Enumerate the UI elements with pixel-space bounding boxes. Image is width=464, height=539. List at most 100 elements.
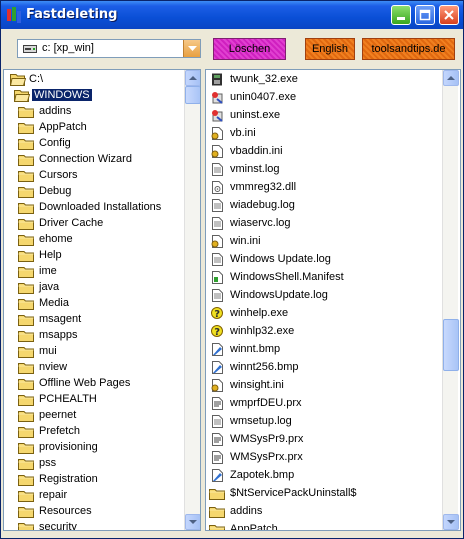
- folder-icon: [18, 107, 34, 118]
- folder-icon: [18, 187, 34, 198]
- folder-icon: [18, 427, 34, 438]
- tree-item-label: msapps: [39, 329, 78, 341]
- ini-file-icon: [211, 379, 223, 392]
- english-button[interactable]: English: [305, 38, 355, 60]
- folder-icon: [18, 299, 34, 310]
- ini-file-icon: [211, 235, 223, 248]
- folder-icon: [18, 491, 34, 502]
- toolsandtips-button[interactable]: toolsandtips.de: [362, 38, 455, 60]
- file-list[interactable]: twunk_32.exe unin0407.exe uninst.exe vb.ini…: [205, 69, 461, 531]
- tree-item-label: security: [39, 521, 77, 531]
- svg-text:?: ?: [214, 309, 220, 320]
- tree-item-label: Connection Wizard: [39, 153, 132, 165]
- minimize-icon: [397, 17, 405, 20]
- tree-item-label: Debug: [39, 185, 72, 197]
- title-bar[interactable]: Fastdeleting: [1, 1, 463, 29]
- file-name: WindowsShell.Manifest: [230, 271, 344, 283]
- ini-file-icon: [211, 145, 223, 158]
- maximize-icon: [419, 9, 431, 21]
- app-window: Fastdeleting c: [xp_win] Löschen English…: [0, 0, 464, 539]
- folder-tree[interactable]: C:\ WINDOWS addins AppPatch Config Connecti…: [3, 69, 201, 531]
- file-name: uninst.exe: [230, 109, 281, 121]
- tree-item-label: msagent: [39, 313, 82, 325]
- folder-icon: [18, 315, 34, 326]
- tree-scrollbar[interactable]: [184, 70, 200, 530]
- open-folder-icon: [10, 74, 26, 86]
- app-icon: [7, 7, 21, 23]
- scroll-up-button[interactable]: [185, 70, 200, 86]
- uninstall-exe-icon: [212, 92, 223, 104]
- tree-item-label: Offline Web Pages: [39, 377, 131, 389]
- tree-item-label: Resources: [39, 505, 92, 517]
- file-name: wiadebug.log: [230, 199, 295, 211]
- tree-item-label: Help: [39, 249, 62, 261]
- file-name: wiaservc.log: [230, 217, 291, 229]
- file-name: wmsetup.log: [230, 415, 292, 427]
- text-file-icon: [212, 163, 223, 176]
- file-name: WindowsUpdate.log: [230, 289, 328, 301]
- prx-file-icon: [212, 397, 223, 410]
- tree-item-label: AppPatch: [39, 121, 87, 133]
- scroll-up-button[interactable]: [443, 70, 459, 86]
- file-name: wmprfDEU.prx: [230, 397, 302, 409]
- tree-item-label: provisioning: [39, 441, 98, 453]
- folder-icon: [18, 411, 34, 422]
- delete-button[interactable]: Löschen: [213, 38, 286, 60]
- bitmap-file-icon: [212, 469, 223, 482]
- tree-item-label: Config: [39, 137, 71, 149]
- close-icon: [444, 10, 454, 20]
- folder-icon: [209, 507, 225, 518]
- folder-icon: [18, 347, 34, 358]
- tree-item-label: PCHEALTH: [39, 393, 97, 405]
- folder-icon: [18, 171, 34, 182]
- file-name: Zapotek.bmp: [230, 469, 295, 481]
- prx-file-icon: [212, 433, 223, 446]
- file-name: $NtServicePackUninstall$: [230, 487, 357, 499]
- text-file-icon: [212, 415, 223, 428]
- ini-file-icon: [211, 127, 223, 140]
- drive-select[interactable]: c: [xp_win]: [17, 39, 201, 58]
- folder-icon: [18, 395, 34, 406]
- close-button[interactable]: [439, 5, 459, 25]
- maximize-button[interactable]: [415, 5, 435, 25]
- tree-item-label: WINDOWS: [32, 89, 92, 101]
- file-name: vminst.log: [230, 163, 280, 175]
- folder-icon: [18, 219, 34, 230]
- folder-icon: [209, 525, 225, 530]
- folder-icon: [209, 489, 225, 500]
- folder-icon: [18, 235, 34, 246]
- drive-dropdown-button[interactable]: [183, 40, 200, 57]
- manifest-file-icon: [212, 271, 223, 284]
- folder-icon: [18, 459, 34, 470]
- folder-icon: [18, 331, 34, 342]
- scroll-down-button[interactable]: [185, 514, 200, 530]
- bitmap-file-icon: [212, 361, 223, 374]
- text-file-icon: [212, 199, 223, 212]
- files-scroll-thumb[interactable]: [443, 319, 459, 372]
- scroll-down-button[interactable]: [443, 514, 459, 530]
- chevron-down-icon: [188, 46, 197, 51]
- file-name: winhlp32.exe: [230, 325, 295, 337]
- file-name: Windows Update.log: [230, 253, 331, 265]
- dll-file-icon: [212, 181, 223, 194]
- file-name: vmmreg32.dll: [230, 181, 297, 193]
- arrow-up-icon: [447, 76, 455, 80]
- drive-select-value: c: [xp_win]: [42, 42, 94, 54]
- file-name: twunk_32.exe: [230, 73, 298, 85]
- file-name: vbaddin.ini: [230, 145, 283, 157]
- folder-icon: [18, 475, 34, 486]
- tree-item-label: addins: [39, 105, 72, 117]
- svg-text:?: ?: [214, 327, 220, 338]
- tree-root-label: C:\: [29, 73, 44, 85]
- files-scrollbar[interactable]: [442, 70, 459, 530]
- file-name: winnt.bmp: [230, 343, 281, 355]
- folder-icon: [18, 283, 34, 294]
- tree-item-label: pss: [39, 457, 57, 469]
- folder-icon: [18, 139, 34, 150]
- drive-icon: [23, 45, 37, 53]
- tree-scroll-thumb[interactable]: [185, 86, 200, 104]
- prx-file-icon: [212, 451, 223, 464]
- folder-icon: [18, 203, 34, 214]
- arrow-up-icon: [189, 76, 197, 80]
- minimize-button[interactable]: [391, 5, 411, 25]
